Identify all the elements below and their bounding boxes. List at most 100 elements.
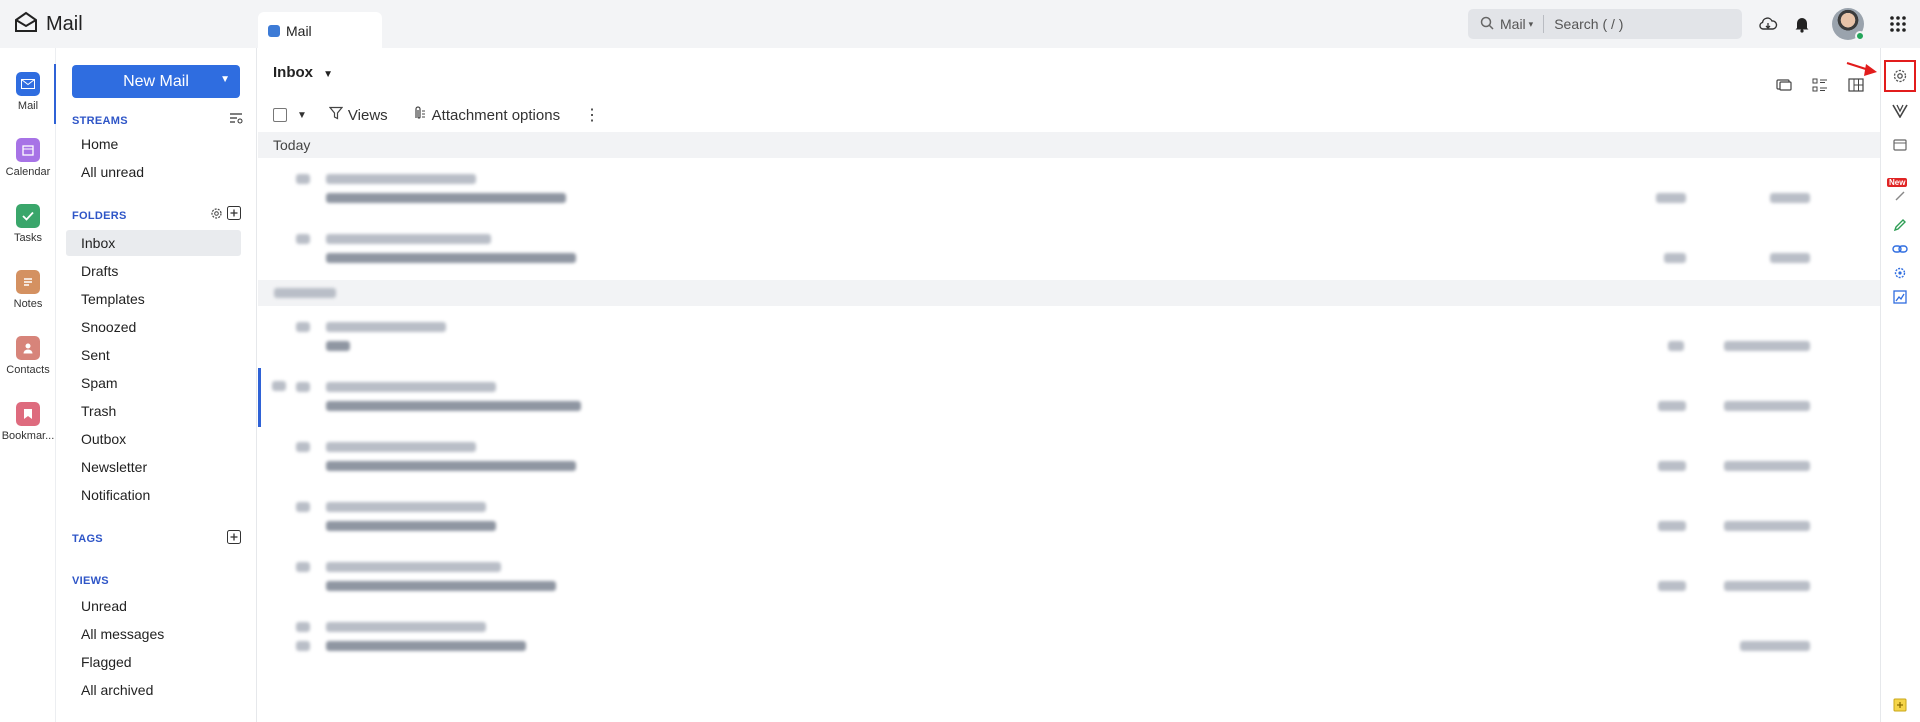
rail-item-tasks[interactable]: Tasks (0, 196, 56, 256)
vault-icon[interactable] (1889, 100, 1911, 122)
mail-app: Mail Mail Mail ▾ Search ( / ) Mail Calen… (0, 0, 1920, 722)
folder-item-outbox[interactable]: Outbox (66, 426, 241, 452)
email-row[interactable] (258, 368, 1880, 427)
rail-label: Contacts (6, 364, 50, 376)
tasks-check-icon (16, 204, 40, 228)
mail-icon (16, 72, 40, 96)
rail-item-contacts[interactable]: Contacts (0, 328, 56, 388)
calendar-icon (16, 138, 40, 162)
email-row[interactable] (258, 160, 1880, 219)
puzzle-icon[interactable] (1889, 262, 1911, 284)
app-rail: Mail Calendar Tasks Notes Contacts Bookm… (0, 48, 56, 722)
folder-item-trash[interactable]: Trash (66, 398, 241, 424)
attachment-options-button[interactable]: Attachment options (432, 107, 560, 124)
new-feature-icon[interactable] (1889, 185, 1911, 207)
group-header-today: Today (258, 132, 1880, 158)
email-row[interactable] (258, 548, 1880, 607)
email-row[interactable] (258, 428, 1880, 487)
stream-item-home[interactable]: Home (66, 131, 241, 157)
page-title: Inbox (273, 64, 313, 81)
mail-tab-icon (268, 24, 280, 37)
streams-heading: STREAMS (72, 115, 128, 127)
brand[interactable]: Mail (14, 10, 83, 38)
apps-grid-icon[interactable] (1886, 12, 1910, 36)
view-item-all-archived[interactable]: All archived (66, 677, 241, 703)
folder-item-snoozed[interactable]: Snoozed (66, 314, 241, 340)
pen-icon[interactable] (1889, 214, 1911, 236)
brand-title: Mail (46, 12, 83, 35)
annotation-arrow-icon (1846, 61, 1877, 76)
tab-mail[interactable]: Mail (258, 12, 382, 49)
search-icon (1480, 16, 1494, 33)
right-rail: New (1880, 48, 1920, 722)
new-mail-button[interactable]: New Mail ▼ (72, 65, 240, 98)
mail-toolbar: ▼ Views Attachment options ⋮ (273, 102, 600, 128)
search-scope-select[interactable]: Mail (1500, 16, 1526, 32)
chevron-down-icon: ▼ (323, 69, 334, 80)
views-button[interactable]: Views (348, 107, 388, 124)
tab-label: Mail (286, 22, 312, 39)
mail-list-pane: Inbox ▼ ▼ Views Attachment options ⋮ Tod… (258, 48, 1880, 722)
folder-item-templates[interactable]: Templates (66, 286, 241, 312)
email-row[interactable] (258, 608, 1880, 667)
top-bar: Mail Mail Mail ▾ Search ( / ) (0, 0, 1920, 49)
conversation-view-icon[interactable] (1776, 78, 1796, 98)
folder-title-dropdown[interactable]: Inbox ▼ (273, 64, 333, 81)
folder-item-drafts[interactable]: Drafts (66, 258, 241, 284)
view-item-unread[interactable]: Unread (66, 593, 241, 619)
chevron-down-icon[interactable]: ▼ (297, 110, 307, 121)
view-item-all-messages[interactable]: All messages (66, 621, 241, 647)
add-folder-icon[interactable] (227, 206, 241, 223)
stream-filter-icon[interactable] (229, 112, 243, 127)
folders-heading: FOLDERS (72, 210, 127, 222)
rail-label: Mail (17, 100, 39, 112)
more-options-icon[interactable]: ⋮ (584, 105, 600, 125)
list-view-icon[interactable] (1812, 78, 1832, 98)
rail-label: Notes (13, 298, 43, 310)
email-row[interactable] (258, 488, 1880, 547)
rail-label: Calendar (5, 166, 51, 178)
folder-item-notification[interactable]: Notification (66, 482, 241, 508)
view-item-flagged[interactable]: Flagged (66, 649, 241, 675)
folder-item-newsletter[interactable]: Newsletter (66, 454, 241, 480)
online-status-dot (1855, 31, 1865, 41)
rail-item-bookmarks[interactable]: Bookmar... (0, 394, 56, 454)
rail-item-calendar[interactable]: Calendar (0, 130, 56, 190)
filter-icon (328, 106, 344, 124)
chart-icon[interactable] (1889, 286, 1911, 308)
tags-heading: TAGS (72, 533, 103, 545)
select-all-checkbox[interactable] (273, 108, 287, 122)
rail-label: Tasks (13, 232, 43, 244)
add-tag-icon[interactable] (227, 530, 241, 547)
avatar[interactable] (1832, 8, 1865, 41)
attachment-icon (412, 106, 426, 124)
rail-item-mail[interactable]: Mail (0, 64, 56, 124)
new-mail-label: New Mail (123, 72, 189, 90)
folder-item-sent[interactable]: Sent (66, 342, 241, 368)
bell-icon[interactable] (1790, 12, 1814, 36)
rail-label: Bookmar... (1, 430, 55, 442)
views-heading: VIEWS (72, 575, 109, 587)
sticky-note-icon[interactable] (1889, 694, 1911, 716)
notes-icon (16, 270, 40, 294)
settings-gear-icon[interactable] (1884, 60, 1916, 92)
mail-envelope-icon (14, 11, 38, 38)
email-row[interactable] (258, 308, 1880, 367)
search-divider (1543, 15, 1545, 33)
group-header-yesterday (258, 280, 1880, 306)
chevron-down-icon: ▾ (1528, 18, 1534, 29)
column-view-icon[interactable] (1848, 78, 1868, 98)
bookmark-icon (16, 402, 40, 426)
search-bar[interactable]: Mail ▾ Search ( / ) (1468, 9, 1742, 39)
link-icon[interactable] (1889, 238, 1911, 260)
folder-item-inbox[interactable]: Inbox (66, 230, 241, 256)
email-row[interactable] (258, 220, 1880, 279)
window-icon[interactable] (1889, 134, 1911, 156)
stream-item-all-unread[interactable]: All unread (66, 159, 241, 185)
cloud-icon[interactable] (1756, 12, 1780, 36)
folder-settings-gear-icon[interactable] (210, 207, 223, 223)
search-input[interactable]: Search ( / ) (1554, 16, 1623, 32)
chevron-down-icon[interactable]: ▼ (220, 74, 230, 85)
rail-item-notes[interactable]: Notes (0, 262, 56, 322)
folder-item-spam[interactable]: Spam (66, 370, 241, 396)
